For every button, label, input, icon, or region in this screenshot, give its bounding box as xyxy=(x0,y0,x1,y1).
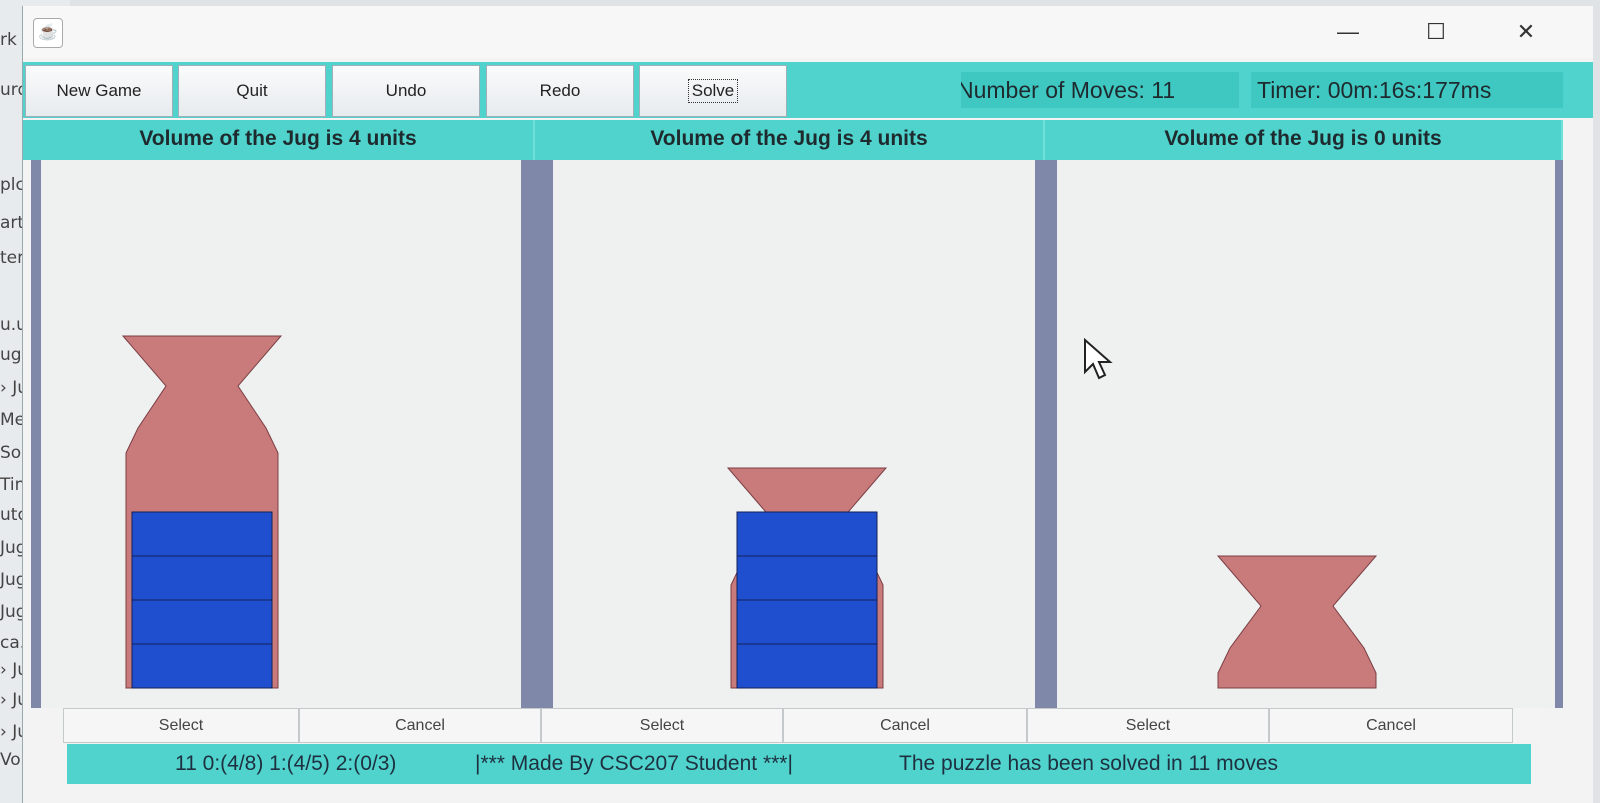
jug-1-water-unit xyxy=(736,643,878,689)
minimize-button[interactable]: — xyxy=(1328,16,1368,48)
jug-1[interactable] xyxy=(553,160,1035,708)
jug-2[interactable] xyxy=(1057,160,1555,708)
new-game-button[interactable]: New Game xyxy=(25,65,173,117)
jug-2-panel[interactable] xyxy=(1057,160,1555,708)
title-bar: ☕ — ☐ ✕ xyxy=(23,6,1593,58)
undo-button[interactable]: Undo xyxy=(332,65,480,117)
quit-button[interactable]: Quit xyxy=(178,65,326,117)
status-bar: 11 0:(4/8) 1:(4/5) 2:(0/3) |*** Made By … xyxy=(67,744,1531,784)
solved-message: The puzzle has been solved in 11 moves xyxy=(899,752,1279,775)
java-cup-icon: ☕ xyxy=(33,18,63,48)
jug-1-volume-label: Volume of the Jug is 4 units xyxy=(535,120,1045,160)
jug-state-text: 11 0:(4/8) 1:(4/5) 2:(0/3) xyxy=(175,752,397,775)
jug-0-water-unit xyxy=(131,511,273,557)
jug-2-select-button[interactable]: Select xyxy=(1027,708,1269,743)
jug-2-body xyxy=(1216,555,1378,689)
jug-1-select-button[interactable]: Select xyxy=(541,708,783,743)
credit-text: |*** Made By CSC207 Student ***| xyxy=(475,752,793,775)
jug-1-water-unit xyxy=(736,599,878,645)
jug-1-panel[interactable] xyxy=(553,160,1035,708)
jug-0-water-unit xyxy=(131,599,273,645)
jug-0-select-button[interactable]: Select xyxy=(63,708,299,743)
jug-2-cancel-button[interactable]: Cancel xyxy=(1269,708,1513,743)
solve-button[interactable]: Solve xyxy=(639,65,787,117)
mouse-cursor-icon xyxy=(1084,338,1113,380)
jug-0-panel[interactable] xyxy=(41,160,521,708)
solve-button-label: Solve xyxy=(687,79,739,103)
jug-0-volume-label: Volume of the Jug is 4 units xyxy=(23,120,535,160)
jug-1-water-unit xyxy=(736,511,878,557)
toolbar: New Game Quit Undo Redo Solve Number of … xyxy=(23,62,1593,118)
moves-counter-text: Number of Moves: 11 xyxy=(961,77,1176,103)
jug-1-cancel-button[interactable]: Cancel xyxy=(783,708,1027,743)
volume-header: Volume of the Jug is 4 units Volume of t… xyxy=(23,120,1563,160)
jug-2-volume-label: Volume of the Jug is 0 units xyxy=(1045,120,1563,160)
close-button[interactable]: ✕ xyxy=(1506,16,1546,48)
jug-0-cancel-button[interactable]: Cancel xyxy=(299,708,541,743)
jug-1-water-unit xyxy=(736,555,878,601)
maximize-button[interactable]: ☐ xyxy=(1416,16,1456,48)
jug-0[interactable] xyxy=(41,160,521,708)
jug-puzzle-window: ☕ — ☐ ✕ New Game Quit Undo Redo Solve Nu… xyxy=(22,6,1593,803)
jug-0-water-unit xyxy=(131,555,273,601)
jug-action-row: Select Cancel Select Cancel Select Cance… xyxy=(63,708,1541,743)
jug-canvas xyxy=(31,160,1563,708)
redo-button[interactable]: Redo xyxy=(486,65,634,117)
jug-0-water-unit xyxy=(131,643,273,689)
moves-counter: Number of Moves: 11 xyxy=(961,72,1239,108)
timer-display: Timer: 00m:16s:177ms xyxy=(1251,72,1563,108)
